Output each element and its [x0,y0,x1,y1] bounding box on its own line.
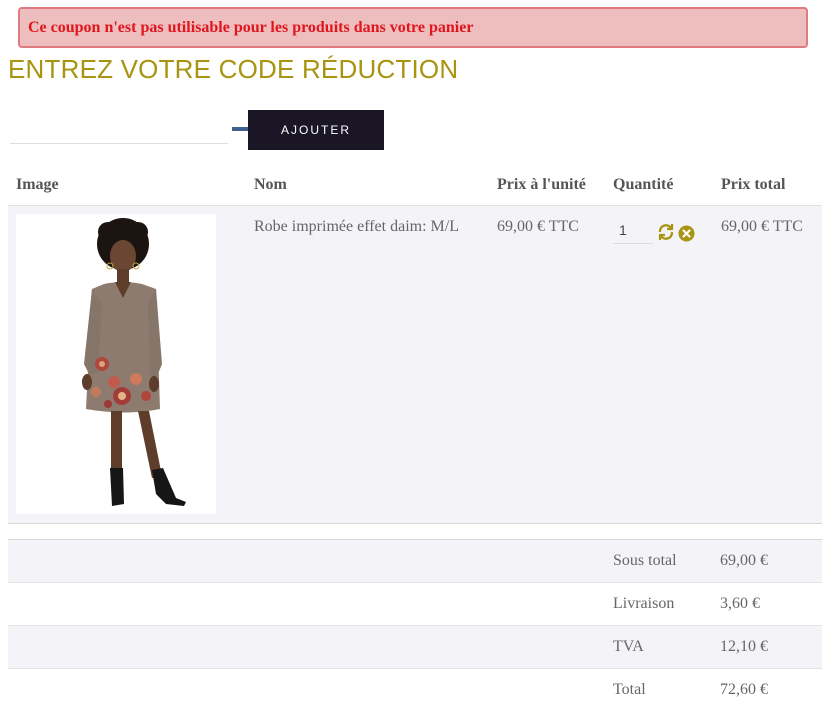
apply-coupon-button[interactable]: AJOUTER [248,110,384,150]
refresh-icon[interactable] [657,223,675,241]
coupon-section-title: ENTREZ VOTRE CODE RÉDUCTION [8,54,459,84]
tax-label: TVA [613,638,644,655]
total-value: 72,60 € [720,681,768,698]
product-name[interactable]: Robe imprimée effet daim: M/L [254,218,459,236]
product-unit-price: 69,00 € TTC [497,218,579,235]
coupon-code-input[interactable] [10,114,228,144]
product-total-price: 69,00 € TTC [721,218,803,235]
cart-summary: Sous total 69,00 € Livraison 3,60 € TVA … [8,539,822,711]
dress-product-photo[interactable] [16,214,216,514]
cart-item-row: Robe imprimée effet daim: M/L 69,00 € TT… [8,205,822,524]
summary-row-tax: TVA 12,10 € [8,626,822,669]
subtotal-value: 69,00 € [720,552,768,569]
shipping-label: Livraison [613,595,675,612]
header-image: Image [16,176,59,193]
total-label: Total [613,681,646,698]
summary-row-shipping: Livraison 3,60 € [8,583,822,626]
header-quantity: Quantité [613,176,674,193]
cart-table-header: Image Nom Prix à l'unité Quantité Prix t… [8,162,822,205]
header-name: Nom [254,176,287,193]
cart-table: Image Nom Prix à l'unité Quantité Prix t… [8,162,822,524]
subtotal-label: Sous total [613,552,677,569]
remove-item-icon[interactable] [678,225,695,242]
quantity-input[interactable] [613,216,653,244]
header-total-price: Prix total [721,176,786,193]
coupon-error-alert: Ce coupon n'est pas utilisable pour les … [18,7,808,48]
shipping-value: 3,60 € [720,595,760,612]
header-unit-price: Prix à l'unité [497,176,586,193]
summary-row-subtotal: Sous total 69,00 € [8,540,822,583]
input-focus-accent [232,127,248,131]
tax-value: 12,10 € [720,638,768,655]
summary-row-total: Total 72,60 € [8,669,822,711]
alert-message: Ce coupon n'est pas utilisable pour les … [28,19,474,36]
